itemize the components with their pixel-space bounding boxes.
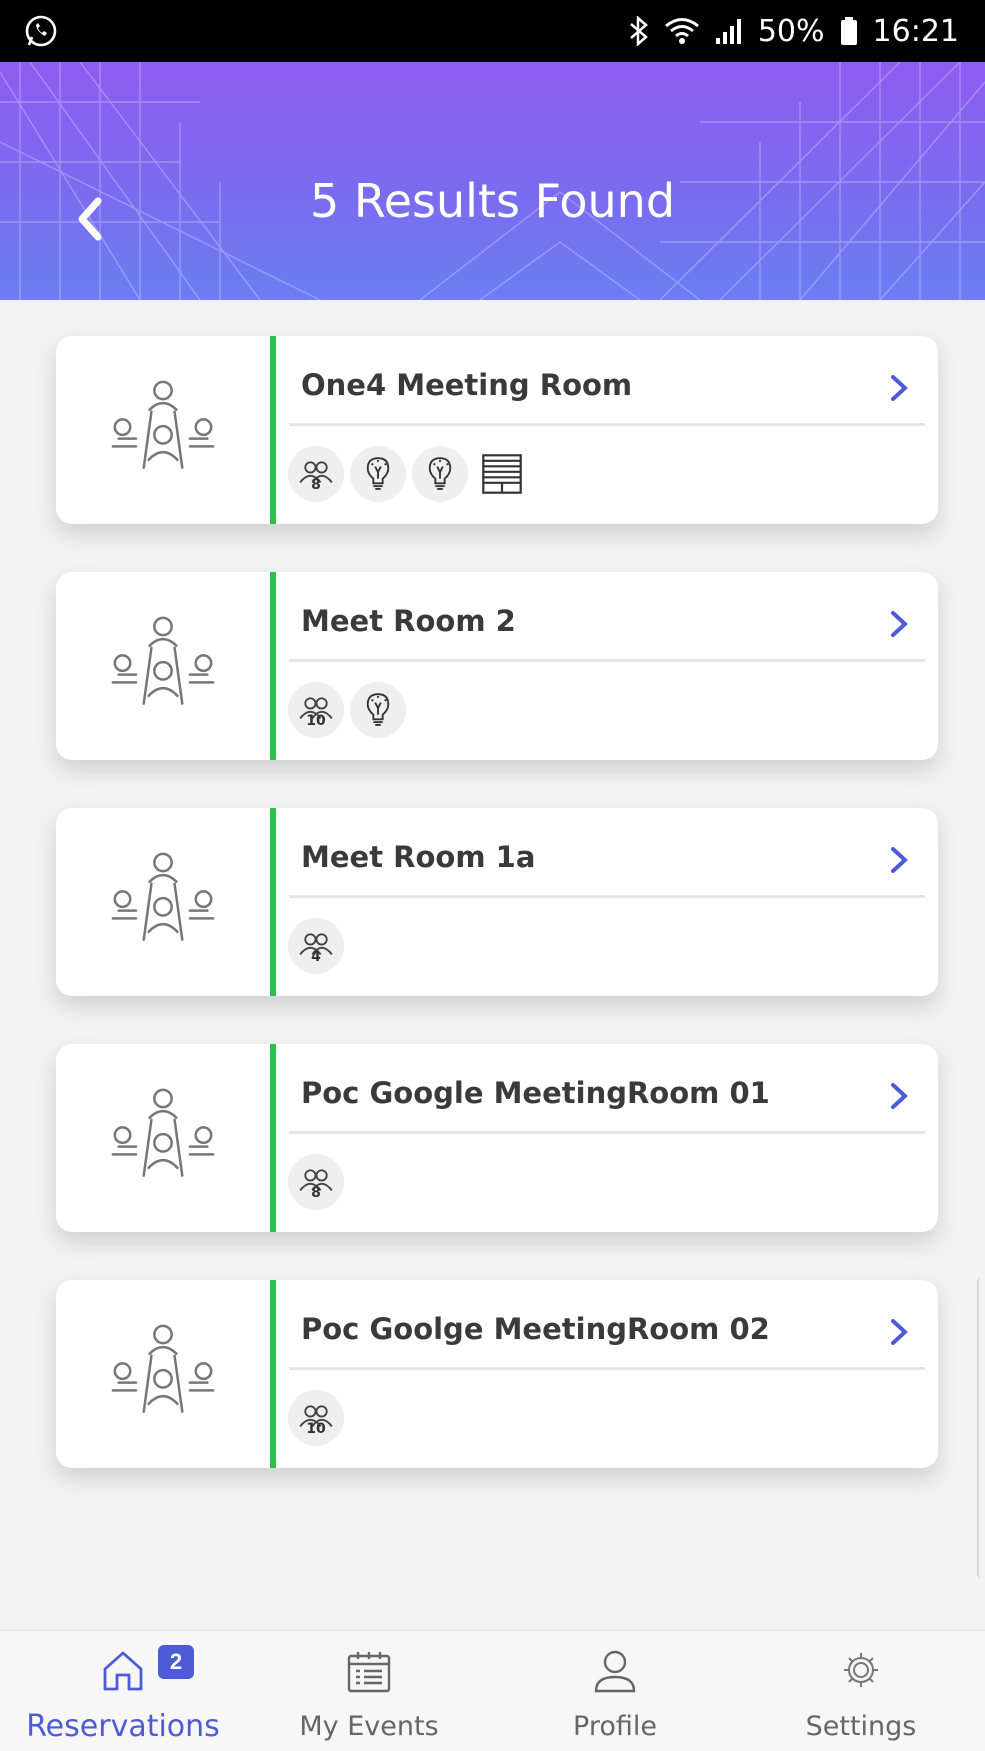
- room-card[interactable]: Poc Goolge MeetingRoom 02 10: [56, 1280, 938, 1468]
- meeting-room-icon: [56, 1044, 270, 1232]
- nav-my-events[interactable]: My Events: [246, 1631, 492, 1751]
- lightbulb-icon: [412, 446, 468, 502]
- reservations-badge: 2: [158, 1645, 194, 1679]
- meeting-room-icon: [56, 1280, 270, 1468]
- home-icon: [103, 1651, 143, 1691]
- room-name: Poc Goolge MeetingRoom 02: [301, 1312, 770, 1346]
- room-list: One4 Meeting Room 8 Meet Room 2 10 Meet …: [0, 300, 985, 1630]
- capacity-value: 8: [311, 477, 321, 493]
- availability-bar: [270, 1280, 276, 1468]
- capacity-icon: 8: [288, 1154, 344, 1210]
- meeting-room-icon: [56, 808, 270, 996]
- room-name: Poc Google MeetingRoom 01: [301, 1076, 770, 1110]
- room-card[interactable]: Meet Room 2 10: [56, 572, 938, 760]
- meeting-room-icon: [56, 572, 270, 760]
- bluetooth-icon: [628, 16, 650, 46]
- availability-bar: [270, 1044, 276, 1232]
- capacity-value: 4: [311, 949, 321, 965]
- chevron-right-icon: [891, 1083, 908, 1109]
- capacity-value: 10: [306, 713, 326, 729]
- whatsapp-icon: [24, 14, 58, 53]
- capacity-icon: 8: [288, 446, 344, 502]
- capacity-icon: 4: [288, 918, 344, 974]
- nav-label: Reservations: [26, 1709, 220, 1744]
- nav-label: My Events: [299, 1711, 439, 1742]
- wifi-icon: [664, 16, 700, 46]
- chevron-right-icon: [891, 611, 908, 637]
- header: 5 Results Found: [0, 62, 985, 300]
- chevron-right-icon: [891, 1319, 908, 1345]
- availability-bar: [270, 336, 276, 524]
- capacity-icon: 10: [288, 1390, 344, 1446]
- amenity-list: 8: [288, 1154, 344, 1210]
- divider: [289, 423, 925, 426]
- availability-bar: [270, 572, 276, 760]
- divider: [289, 1367, 925, 1370]
- capacity-value: 10: [306, 1421, 326, 1437]
- amenity-list: 10: [288, 682, 406, 738]
- page-title: 5 Results Found: [309, 174, 676, 228]
- meeting-room-icon: [56, 336, 270, 524]
- clock: 16:21: [872, 13, 959, 49]
- user-icon: [594, 1650, 636, 1693]
- divider: [289, 895, 925, 898]
- lightbulb-icon: [350, 446, 406, 502]
- signal-icon: [714, 16, 744, 46]
- nav-settings[interactable]: Settings: [738, 1631, 984, 1751]
- room-name: Meet Room 2: [301, 604, 516, 638]
- room-name: One4 Meeting Room: [301, 368, 633, 402]
- capacity-value: 8: [311, 1185, 321, 1201]
- calendar-icon: [347, 1652, 391, 1693]
- battery-icon: [839, 16, 859, 46]
- status-bar: 50% 16:21: [0, 0, 985, 62]
- nav-reservations[interactable]: 2 Reservations: [0, 1631, 246, 1751]
- nav-profile[interactable]: Profile: [492, 1631, 738, 1751]
- divider: [289, 1131, 925, 1134]
- capacity-icon: 10: [288, 682, 344, 738]
- amenity-list: 10: [288, 1390, 344, 1446]
- lightbulb-icon: [350, 682, 406, 738]
- room-card[interactable]: Meet Room 1a 4: [56, 808, 938, 996]
- chevron-right-icon: [891, 847, 908, 873]
- amenity-list: 4: [288, 918, 344, 974]
- nav-label: Profile: [573, 1711, 657, 1742]
- bottom-nav: 2 Reservations My Events Profile Setting…: [0, 1630, 985, 1751]
- gear-icon: [844, 1653, 878, 1687]
- room-card[interactable]: Poc Google MeetingRoom 01 8: [56, 1044, 938, 1232]
- divider: [289, 659, 925, 662]
- nav-label: Settings: [805, 1711, 917, 1742]
- scrollbar[interactable]: [977, 1278, 985, 1578]
- amenity-list: 8: [288, 446, 530, 502]
- room-name: Meet Room 1a: [301, 840, 536, 874]
- availability-bar: [270, 808, 276, 996]
- battery-percent: 50%: [757, 13, 825, 49]
- blinds-icon: [474, 446, 530, 502]
- room-card[interactable]: One4 Meeting Room 8: [56, 336, 938, 524]
- chevron-right-icon: [891, 375, 908, 401]
